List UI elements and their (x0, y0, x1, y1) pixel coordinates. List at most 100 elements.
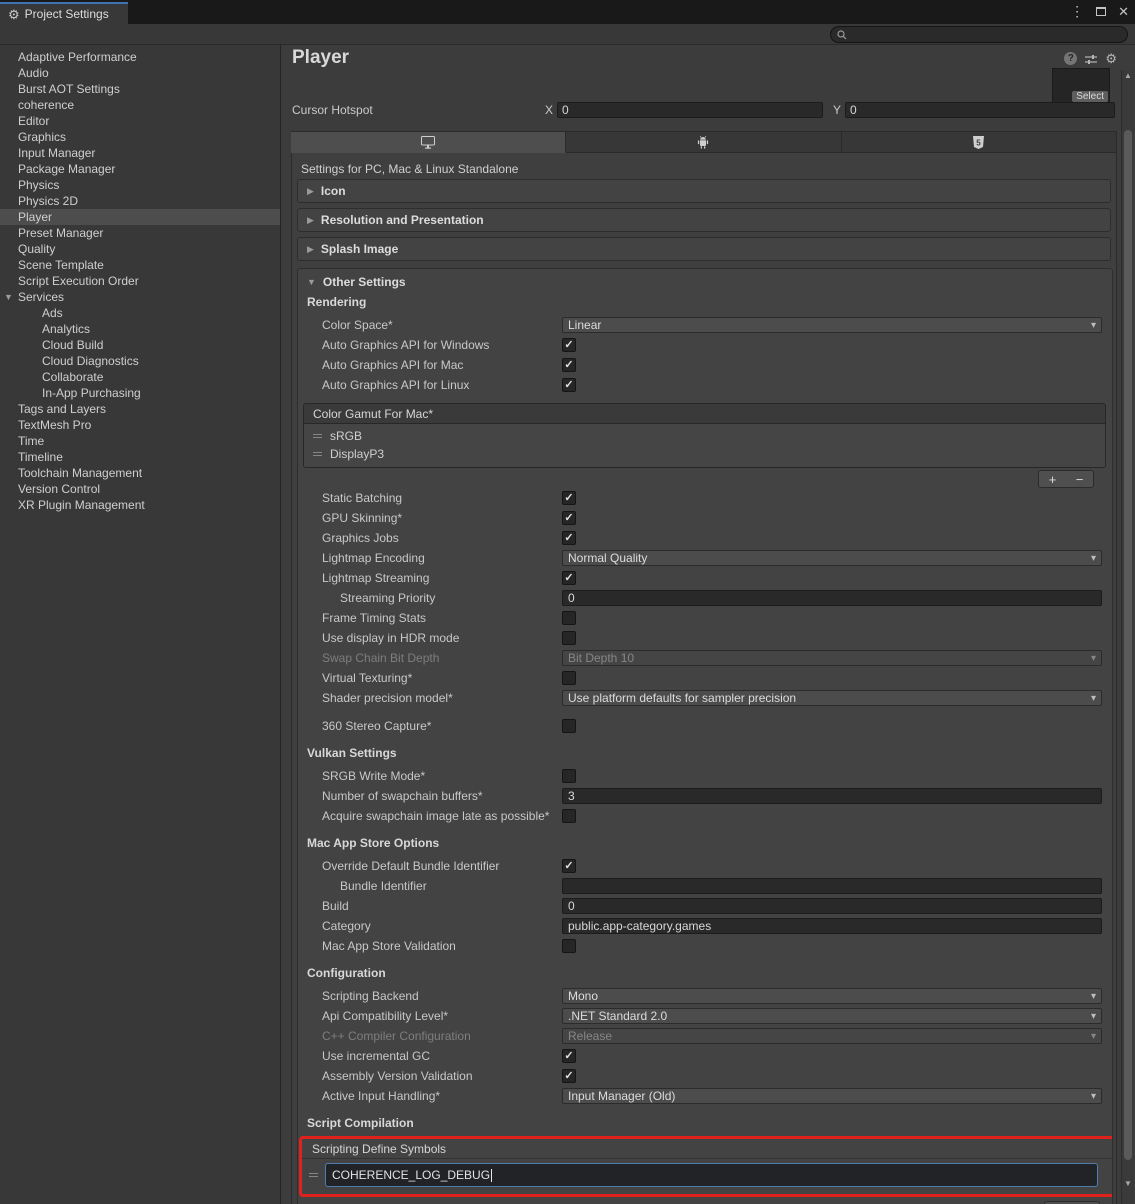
sidebar-item[interactable]: ▼ XR Plugin Management (0, 497, 280, 513)
vertical-scrollbar[interactable]: ▲ ▼ (1121, 70, 1134, 1204)
sidebar-item-label: Analytics (42, 322, 90, 336)
checkbox[interactable]: ✓ (562, 378, 576, 392)
search-input[interactable] (830, 26, 1128, 43)
select-button[interactable]: Select (1072, 91, 1108, 102)
presets-icon[interactable] (1084, 53, 1098, 65)
sidebar-item[interactable]: ▼ Version Control (0, 481, 280, 497)
setting-label: Api Compatibility Level* (322, 1009, 562, 1023)
gear-icon[interactable]: ⚙ (1105, 52, 1117, 65)
sidebar-item[interactable]: ▼ Physics (0, 177, 280, 193)
help-icon[interactable]: ? (1064, 52, 1077, 65)
dropdown[interactable]: .NET Standard 2.0 ▾ (562, 1008, 1102, 1024)
checkbox[interactable]: ✓ (562, 491, 576, 505)
sidebar-item[interactable]: ▼ Script Execution Order (0, 273, 280, 289)
window-menu-icon[interactable]: ⋮ (1070, 3, 1084, 20)
text-field[interactable]: 3 (562, 788, 1102, 804)
dropdown[interactable]: Mono ▾ (562, 988, 1102, 1004)
sidebar-item[interactable]: ▼ Physics 2D (0, 193, 280, 209)
dropdown[interactable]: Release ▾ (562, 1028, 1102, 1044)
drag-handle-icon[interactable] (313, 452, 322, 456)
define-symbol-input[interactable]: COHERENCE_LOG_DEBUG (325, 1163, 1098, 1187)
checkbox[interactable]: ✓ (562, 769, 576, 783)
platform-tab[interactable]: 5 (842, 131, 1117, 153)
window-maximize-icon[interactable] (1096, 7, 1106, 16)
dropdown[interactable]: Linear ▾ (562, 317, 1102, 333)
drag-handle-icon[interactable] (313, 434, 322, 438)
platform-tab[interactable]: 5 (291, 131, 566, 153)
section-foldout[interactable]: ▶ Icon (297, 179, 1111, 203)
text-field[interactable] (562, 878, 1102, 894)
scroll-down-icon[interactable]: ▼ (1122, 1178, 1134, 1190)
platform-tab[interactable]: 5 (566, 131, 841, 153)
checkbox[interactable]: ✓ (562, 571, 576, 585)
sidebar-item[interactable]: ▼ In-App Purchasing (0, 385, 280, 401)
checkbox[interactable]: ✓ (562, 859, 576, 873)
setting-label: Graphics Jobs (322, 531, 562, 545)
cursor-hotspot-y-field[interactable]: 0 (845, 102, 1115, 118)
sidebar-item[interactable]: ▼ Time (0, 433, 280, 449)
sidebar-item[interactable]: ▼ Ads (0, 305, 280, 321)
sidebar-item[interactable]: ▼ Timeline (0, 449, 280, 465)
checkbox[interactable]: ✓ (562, 358, 576, 372)
checkbox[interactable]: ✓ (562, 1069, 576, 1083)
sidebar-item[interactable]: ▼ Cloud Build (0, 337, 280, 353)
checkbox[interactable]: ✓ (562, 531, 576, 545)
window-close-icon[interactable]: ✕ (1118, 4, 1129, 20)
cursor-hotspot-x-field[interactable]: 0 (557, 102, 823, 118)
gamut-item-label: sRGB (330, 429, 362, 443)
dropdown[interactable]: Use platform defaults for sampler precis… (562, 690, 1102, 706)
dropdown[interactable]: Input Manager (Old) ▾ (562, 1088, 1102, 1104)
sidebar-item[interactable]: ▼ Toolchain Management (0, 465, 280, 481)
checkbox[interactable]: ✓ (562, 1049, 576, 1063)
sidebar-item[interactable]: ▼ Package Manager (0, 161, 280, 177)
sidebar-item[interactable]: ▼ Editor (0, 113, 280, 129)
sidebar-item[interactable]: ▼ Cloud Diagnostics (0, 353, 280, 369)
remove-icon[interactable]: − (1076, 473, 1084, 486)
text-field[interactable]: 0 (562, 898, 1102, 914)
checkbox[interactable]: ✓ (562, 671, 576, 685)
scroll-up-icon[interactable]: ▲ (1122, 70, 1134, 82)
sidebar-item[interactable]: ▼ Quality (0, 241, 280, 257)
foldout-expanded-icon[interactable]: ▼ (4, 292, 13, 302)
gamut-list-item[interactable]: sRGB (304, 427, 1105, 445)
section-foldout[interactable]: ▶ Resolution and Presentation (297, 208, 1111, 232)
sidebar-item[interactable]: ▼ Tags and Layers (0, 401, 280, 417)
checkbox[interactable]: ✓ (562, 939, 576, 953)
sidebar-item[interactable]: ▼ Services (0, 289, 280, 305)
sidebar-item[interactable]: ▼ Scene Template (0, 257, 280, 273)
project-settings-tab[interactable]: ⚙ Project Settings (0, 2, 128, 24)
text-field[interactable]: public.app-category.games (562, 918, 1102, 934)
checkbox[interactable]: ✓ (562, 631, 576, 645)
checkbox[interactable]: ✓ (562, 719, 576, 733)
setting-label: Static Batching (322, 491, 562, 505)
dropdown[interactable]: Bit Depth 10 ▾ (562, 650, 1102, 666)
gamut-list-item[interactable]: DisplayP3 (304, 445, 1105, 463)
checkbox[interactable]: ✓ (562, 809, 576, 823)
sidebar-item[interactable]: ▼ Adaptive Performance (0, 49, 280, 65)
default-cursor-preview[interactable]: Select (1052, 68, 1110, 104)
setting-label: Mac App Store Validation (322, 939, 562, 953)
add-icon[interactable]: + (1049, 473, 1057, 486)
sidebar-item[interactable]: ▼ Analytics (0, 321, 280, 337)
checkbox[interactable]: ✓ (562, 338, 576, 352)
sidebar-item[interactable]: ▼ Player (0, 209, 280, 225)
sidebar-item[interactable]: ▼ Input Manager (0, 145, 280, 161)
color-gamut-list: Color Gamut For Mac* sRGB DisplayP3 (303, 403, 1106, 468)
checkbox[interactable]: ✓ (562, 611, 576, 625)
section-title: Other Settings (323, 275, 406, 289)
dropdown[interactable]: Normal Quality ▾ (562, 550, 1102, 566)
checkbox[interactable]: ✓ (562, 511, 576, 525)
sidebar-item[interactable]: ▼ Audio (0, 65, 280, 81)
text-field[interactable]: 0 (562, 590, 1102, 606)
sidebar-item[interactable]: ▼ Graphics (0, 129, 280, 145)
sidebar-item[interactable]: ▼ Collaborate (0, 369, 280, 385)
drag-handle-icon[interactable] (309, 1173, 318, 1177)
dropdown-value: Bit Depth 10 (568, 651, 1091, 665)
sidebar-item[interactable]: ▼ TextMesh Pro (0, 417, 280, 433)
other-settings-foldout[interactable]: ▼ Other Settings (298, 269, 1112, 293)
scrollbar-thumb[interactable] (1124, 130, 1132, 1160)
section-foldout[interactable]: ▶ Splash Image (297, 237, 1111, 261)
sidebar-item[interactable]: ▼ Burst AOT Settings (0, 81, 280, 97)
sidebar-item[interactable]: ▼ coherence (0, 97, 280, 113)
sidebar-item[interactable]: ▼ Preset Manager (0, 225, 280, 241)
